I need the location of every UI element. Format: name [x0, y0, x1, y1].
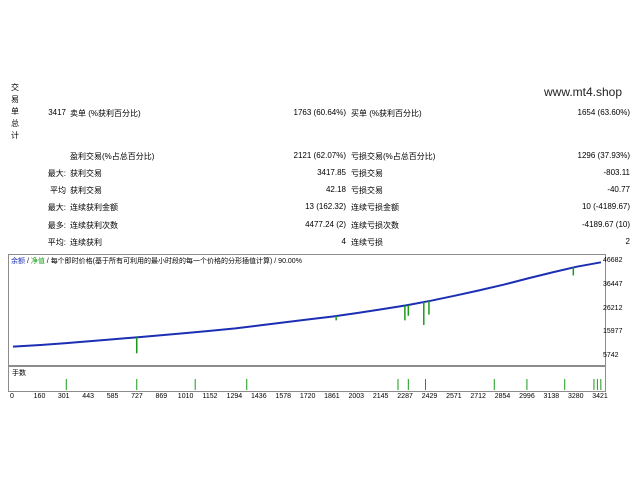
short-positions-label: 卖单 (%获利百分比): [70, 109, 141, 118]
avg-consec-losses-label: 连续亏损: [351, 238, 383, 247]
lots-label: 手数: [12, 370, 26, 377]
x-tick-label: 1578: [275, 393, 292, 400]
x-tick-label: 1010: [177, 393, 194, 400]
loss-trades-value: 1296 (37.93%): [577, 151, 630, 160]
max-consec-wins-label: 连续获利金额: [70, 203, 118, 212]
chart-legend: 余额 / 净值 / 每个即时价格(基于所有可利用的最小时段的每一个价格的分形插值…: [11, 258, 302, 265]
avg-consec-wins-label: 连续获利: [70, 238, 102, 247]
max-consec-wins-value: 13 (162.32): [305, 202, 346, 211]
x-tick-label: 585: [106, 393, 119, 400]
x-tick-label: 2287: [397, 393, 413, 400]
profit-trades-label: 盈利交易(%占总百分比): [70, 152, 155, 161]
x-tick-label: 869: [155, 393, 168, 400]
long-positions-value: 1654 (63.60%): [577, 108, 630, 117]
largest-profit-value: 3417.85: [317, 168, 346, 177]
y-tick-label: 36447: [603, 280, 623, 288]
maximal-consec-loss-label: 连续亏损次数: [351, 221, 399, 230]
maximal-consec-profit-label: 连续获利次数: [70, 221, 118, 230]
x-tick-label: 2003: [348, 393, 365, 400]
largest-loss-label: 亏损交易: [351, 169, 383, 178]
y-tick-label: 5742: [603, 351, 619, 359]
profit-trades-value: 2121 (62.07%): [293, 151, 346, 160]
x-tick-label: 2996: [519, 393, 535, 400]
max-consec-losses-label: 连续亏损金额: [351, 203, 399, 212]
maximal-consec-profit-value: 4477.24 (2): [305, 220, 346, 229]
x-tick-label: 2854: [494, 393, 511, 400]
maximal-prefix: 最多:: [47, 221, 66, 230]
average-loss-label: 亏损交易: [351, 186, 383, 195]
loss-trades-label: 亏损交易(%占总百分比): [351, 152, 436, 161]
balance-chart-plot: [12, 261, 602, 354]
x-tick-label: 443: [82, 393, 94, 400]
x-tick-label: 1294: [226, 393, 243, 400]
x-tick-label: 3138: [543, 393, 560, 400]
average-profit-label: 获利交易: [70, 186, 102, 195]
balance-chart: [8, 254, 606, 366]
legend-balance: 余额: [11, 258, 25, 265]
average-prefix: 平均: [50, 186, 66, 195]
x-tick-label: 1152: [202, 393, 218, 400]
lots-chart-plot: [65, 379, 602, 390]
x-tick-label: 2712: [470, 393, 486, 400]
y-tick-label: 26212: [603, 304, 623, 312]
watermark: www.mt4.shop: [544, 85, 623, 99]
balance-line: [12, 261, 602, 348]
avg-consec-losses-value: 2: [625, 237, 630, 246]
maximal-consec-loss-value: -4189.67 (10): [581, 220, 630, 229]
x-tick-label: 3421: [592, 393, 608, 400]
largest-prefix: 最大:: [47, 169, 66, 178]
x-tick-label: 1861: [324, 393, 340, 400]
x-tick-label: 2145: [372, 393, 389, 400]
y-tick-label: 15977: [603, 328, 623, 336]
x-tick-label: 160: [33, 393, 46, 400]
x-tick-label: 1436: [251, 393, 267, 400]
x-tick-label: 0: [10, 393, 14, 400]
largest-loss-value: -803.11: [603, 168, 630, 177]
x-tick-label: 727: [131, 393, 143, 400]
largest-profit-label: 获利交易: [70, 169, 102, 178]
average-loss-value: -40.77: [607, 185, 630, 194]
x-tick-label: 2571: [446, 393, 462, 400]
avg-consec-wins-value: 4: [341, 237, 346, 246]
legend-equity: 净值: [30, 258, 45, 265]
average-profit-value: 42.18: [325, 185, 346, 194]
x-tick-label: 3280: [567, 393, 584, 400]
max-consec-losses-value: 10 (-4189.67): [581, 202, 630, 211]
x-tick-label: 301: [57, 393, 70, 400]
long-positions-label: 买单 (%获利百分比): [351, 109, 422, 118]
max-prefix: 最大:: [47, 203, 66, 212]
legend-description: 每个即时价格(基于所有可利用的最小时段的每一个价格的分形插值计算) / 90.0…: [50, 258, 302, 265]
section-label: 交 易 单 总 计: [11, 83, 19, 140]
total-trades-value: 3417: [48, 108, 66, 117]
short-positions-value: 1763 (60.64%): [293, 108, 346, 117]
y-tick-label: 46682: [603, 257, 623, 265]
x-tick-label: 2429: [421, 393, 438, 400]
x-tick-label: 1720: [299, 393, 316, 400]
lots-chart: [8, 366, 606, 392]
avg-consec-prefix: 平均:: [47, 238, 66, 247]
